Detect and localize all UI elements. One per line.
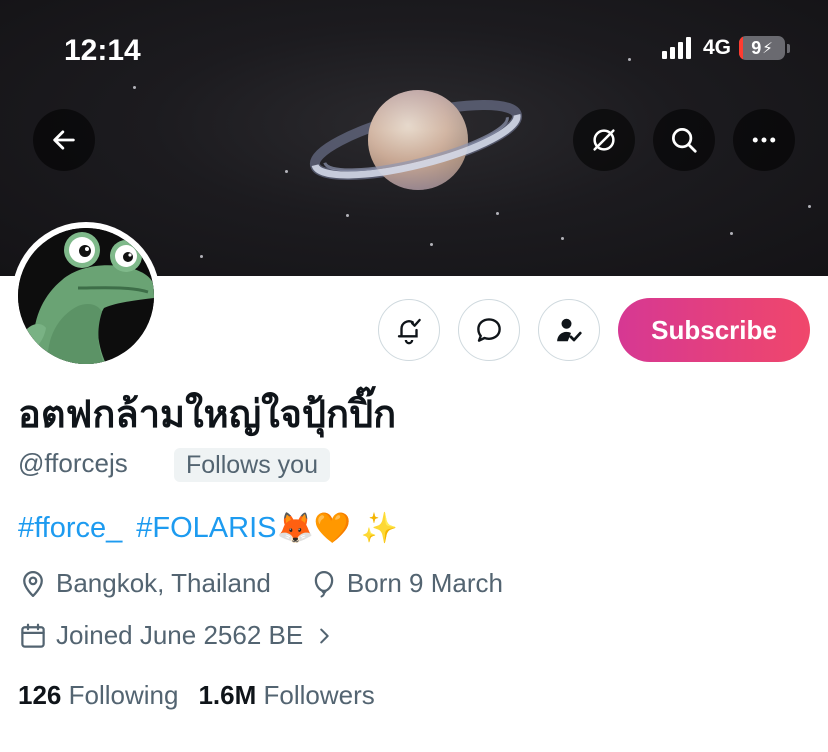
back-button[interactable] — [33, 109, 95, 171]
more-button[interactable] — [733, 109, 795, 171]
message-button[interactable] — [458, 299, 520, 361]
more-icon — [752, 137, 776, 143]
search-button[interactable] — [653, 109, 715, 171]
status-indicators: 4G 9 ⚡︎ — [661, 36, 790, 60]
location-text: Bangkok, Thailand — [56, 568, 271, 598]
bio-emojis: 🦊🧡 ✨ — [276, 511, 399, 546]
search-icon — [672, 128, 697, 153]
user-check-icon — [557, 318, 582, 342]
location: Bangkok, Thailand — [18, 568, 271, 599]
profile-avatar[interactable] — [12, 222, 160, 370]
battery-level: 9 — [751, 37, 762, 58]
followers-count: 1.6M — [198, 680, 257, 710]
following-count: 126 — [18, 680, 62, 710]
calendar-icon — [21, 623, 45, 648]
signal-icon — [661, 37, 691, 59]
arrow-left-icon — [53, 130, 75, 150]
following-link[interactable]: 126 Following — [18, 680, 178, 711]
user-handle: @fforcejs — [18, 448, 128, 478]
birthday: Born 9 March — [309, 568, 503, 599]
profile-meta-row: Bangkok, Thailand Born 9 March — [18, 568, 503, 599]
location-pin-icon — [23, 570, 43, 597]
balloon-icon — [314, 570, 334, 597]
link-off-icon — [593, 129, 615, 151]
display-name: อตฟกล้ามใหญ่ใจปุ้กปิ๊ก — [18, 392, 397, 436]
unlink-button[interactable] — [573, 109, 635, 171]
follow-counts: 126 Following 1.6M Followers — [18, 680, 375, 711]
network-type: 4G — [702, 36, 731, 59]
bell-check-icon — [397, 318, 421, 345]
notify-button[interactable] — [378, 299, 440, 361]
followers-label: Followers — [263, 680, 375, 710]
message-bubble-icon — [477, 318, 501, 342]
follows-you-badge: Follows you — [174, 448, 330, 482]
battery-icon: 9 ⚡︎ — [739, 36, 785, 60]
joined-text: Joined June 2562 BE — [56, 620, 304, 650]
status-time: 12:14 — [64, 34, 141, 67]
following-button[interactable] — [538, 299, 600, 361]
bio: #fforce_ #FOLARIS 🦊🧡 ✨ — [18, 511, 398, 546]
followers-link[interactable]: 1.6M Followers — [198, 680, 374, 711]
birthday-text: Born 9 March — [346, 568, 503, 598]
joined-date[interactable]: Joined June 2562 BE — [18, 620, 335, 651]
subscribe-button[interactable]: Subscribe — [618, 298, 810, 362]
avatar-image — [18, 228, 154, 364]
chevron-right-icon — [320, 628, 329, 643]
following-label: Following — [68, 680, 179, 710]
hashtag-link[interactable]: #fforce_ — [18, 512, 122, 545]
hashtag-link[interactable]: #FOLARIS — [136, 512, 276, 545]
joined-row[interactable]: Joined June 2562 BE — [18, 620, 335, 651]
